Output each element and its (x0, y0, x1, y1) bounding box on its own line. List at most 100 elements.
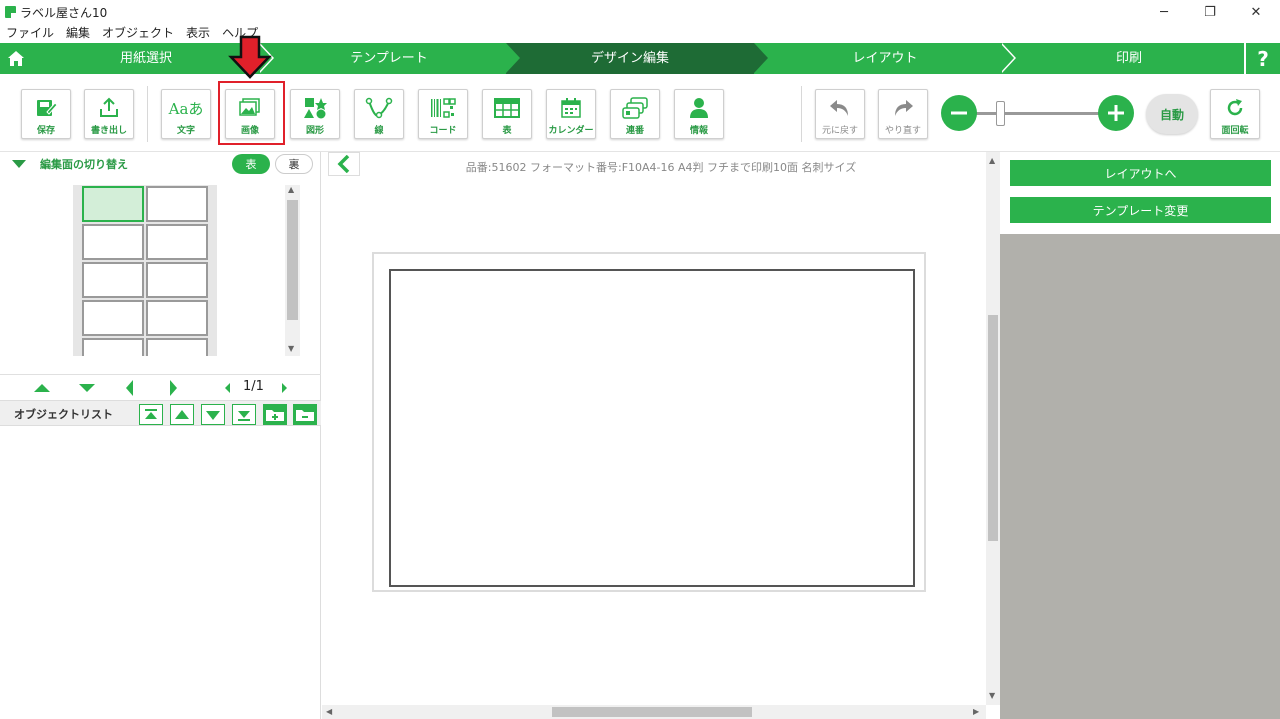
label-cell-thumbnail[interactable] (146, 262, 208, 298)
redo-button[interactable]: やり直す (878, 89, 928, 139)
front-face-toggle[interactable]: 表 (232, 154, 270, 174)
home-button[interactable] (0, 43, 32, 74)
step-print[interactable]: 印刷 (1014, 43, 1244, 74)
serial-number-button[interactable]: 連番 (610, 89, 660, 139)
zoom-slider-handle[interactable] (996, 101, 1005, 126)
move-right-icon[interactable] (170, 380, 177, 396)
canvas-horizontal-scroll-thumb[interactable] (552, 707, 752, 717)
bring-to-front-button[interactable] (139, 404, 163, 425)
bring-to-front-icon (145, 408, 157, 419)
auto-zoom-button[interactable]: 自動 (1146, 94, 1198, 134)
title-bar: ラベル屋さん10 ─ ❐ ✕ (0, 0, 1280, 24)
go-to-layout-button[interactable]: レイアウトへ (1010, 160, 1271, 186)
add-group-button[interactable] (263, 404, 287, 425)
move-down-icon[interactable] (79, 384, 95, 392)
calendar-icon (561, 98, 581, 118)
send-to-back-button[interactable] (232, 404, 256, 425)
prev-page-icon[interactable] (225, 383, 230, 393)
scroll-down-icon[interactable]: ▼ (989, 691, 995, 700)
thumbnail-pager: 1/1 (0, 374, 321, 400)
next-page-icon[interactable] (282, 383, 287, 393)
shape-button[interactable]: 図形 (290, 89, 340, 139)
step-divider (506, 43, 520, 73)
label-cell-thumbnail[interactable] (146, 186, 208, 222)
step-design-edit[interactable]: デザイン編集 (506, 43, 754, 74)
back-face-toggle[interactable]: 裏 (275, 154, 313, 174)
minus-icon (951, 111, 967, 115)
minimize-button[interactable]: ─ (1141, 0, 1187, 24)
label-design-area[interactable] (389, 269, 915, 587)
line-icon (365, 97, 393, 119)
move-left-icon[interactable] (126, 380, 133, 396)
barcode-icon (431, 98, 456, 118)
change-template-button[interactable]: テンプレート変更 (1010, 197, 1271, 223)
redo-label: やり直す (884, 126, 921, 136)
step-template[interactable]: テンプレート (272, 43, 506, 74)
calendar-button[interactable]: カレンダー (546, 89, 596, 139)
scroll-left-icon[interactable]: ◀ (326, 707, 332, 716)
label-cell-thumbnail[interactable] (82, 262, 144, 298)
restore-button[interactable]: ❐ (1187, 0, 1233, 24)
folder-remove-icon (296, 409, 314, 421)
toolbar-separator (801, 86, 802, 142)
export-button[interactable]: 書き出し (84, 89, 134, 139)
undo-icon (830, 100, 848, 116)
plus-icon (1108, 105, 1124, 121)
step-navigation: 用紙選択 テンプレート デザイン編集 レイアウト 印刷 ? (0, 43, 1280, 74)
label-cell-thumbnail[interactable] (146, 224, 208, 260)
zoom-in-button[interactable] (1098, 95, 1134, 131)
move-up-icon[interactable] (34, 384, 50, 392)
remove-group-button[interactable] (293, 404, 317, 425)
step-layout[interactable]: レイアウト (768, 43, 1002, 74)
rotate-face-label: 面回転 (1221, 126, 1249, 136)
product-info: 品番:51602 フォーマット番号:F10A4-16 A4判 フチまで印刷10面… (465, 161, 857, 174)
bring-forward-icon (175, 409, 189, 419)
folder-add-icon (266, 409, 284, 421)
label-cell-thumbnail[interactable] (82, 224, 144, 260)
line-button[interactable]: 線 (354, 89, 404, 139)
bring-forward-button[interactable] (170, 404, 194, 425)
table-button[interactable]: 表 (482, 89, 532, 139)
edit-face-label: 編集面の切り替え (40, 158, 128, 171)
zoom-out-button[interactable] (941, 95, 977, 131)
save-icon (37, 100, 57, 116)
shape-label: 図形 (305, 126, 324, 136)
label-cell-thumbnail[interactable] (82, 338, 144, 356)
zoom-slider-track[interactable] (975, 112, 1101, 115)
right-panel (1000, 152, 1280, 719)
label-cell-thumbnail[interactable] (146, 338, 208, 356)
undo-label: 元に戻す (821, 126, 858, 136)
step-paper-select[interactable]: 用紙選択 (32, 43, 260, 74)
menu-bar: ファイル 編集 オブジェクト 表示 ヘルプ (0, 24, 1280, 43)
menu-file[interactable]: ファイル (6, 24, 54, 43)
help-button[interactable]: ? (1244, 43, 1280, 74)
rotate-face-button[interactable]: 面回転 (1210, 89, 1260, 139)
undo-button[interactable]: 元に戻す (815, 89, 865, 139)
send-backward-icon (206, 410, 220, 420)
scroll-up-icon[interactable]: ▲ (989, 156, 995, 165)
label-cell-thumbnail[interactable] (82, 186, 144, 222)
home-icon (8, 51, 24, 66)
menu-object[interactable]: オブジェクト (102, 24, 174, 43)
scroll-right-icon[interactable]: ▶ (973, 707, 979, 716)
collapse-icon[interactable] (12, 160, 26, 168)
label-cell-thumbnail[interactable] (82, 300, 144, 336)
send-to-back-icon (238, 410, 250, 421)
menu-edit[interactable]: 編集 (66, 24, 90, 43)
scroll-down-icon[interactable]: ▼ (288, 344, 294, 353)
toolbar-separator (147, 86, 148, 142)
scroll-up-icon[interactable]: ▲ (288, 185, 294, 194)
menu-view[interactable]: 表示 (186, 24, 210, 43)
table-icon (494, 98, 520, 118)
serial-number-label: 連番 (625, 126, 644, 136)
info-button[interactable]: 情報 (674, 89, 724, 139)
send-backward-button[interactable] (201, 404, 225, 425)
label-cell-thumbnail[interactable] (146, 300, 208, 336)
text-button[interactable]: Aaあ 文字 (161, 89, 211, 139)
thumbnail-scroll-thumb[interactable] (287, 200, 298, 320)
save-button[interactable]: 保存 (21, 89, 71, 139)
code-button[interactable]: コード (418, 89, 468, 139)
canvas-vertical-scroll-thumb[interactable] (988, 315, 998, 541)
object-list-header: オブジェクトリスト (0, 400, 321, 426)
close-button[interactable]: ✕ (1233, 0, 1279, 24)
